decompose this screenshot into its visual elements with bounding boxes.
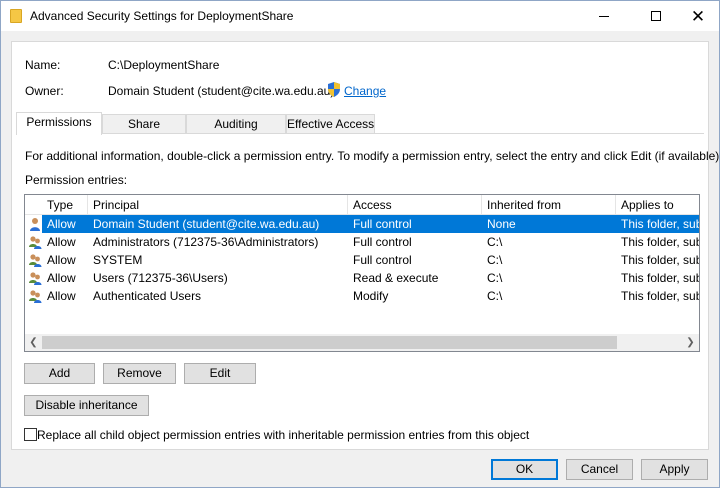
minimize-icon (599, 15, 609, 17)
cell-type: Allow (47, 289, 76, 303)
list-header: Type Principal Access Inherited from App… (25, 195, 699, 215)
cell-principal: Domain Student (student@cite.wa.edu.au) (93, 217, 320, 231)
title-bar[interactable]: Advanced Security Settings for Deploymen… (1, 1, 719, 31)
tab-effective-access[interactable]: Effective Access (286, 114, 375, 134)
name-label: Name: (25, 58, 61, 72)
group-icon (28, 253, 42, 267)
add-button-label: Add (48, 366, 71, 380)
group-icon (28, 289, 42, 303)
cancel-button[interactable]: Cancel (566, 459, 633, 480)
tab-auditing[interactable]: Auditing (186, 114, 286, 134)
cell-inherited-from: C:\ (487, 271, 503, 285)
close-button[interactable]: ✕ (675, 1, 720, 31)
folder-icon (10, 9, 22, 23)
cell-type: Allow (47, 217, 76, 231)
cell-type: Allow (47, 253, 76, 267)
cell-principal: Administrators (712375-36\Administrators… (93, 235, 319, 249)
permission-entries-label: Permission entries: (25, 173, 128, 187)
horizontal-scrollbar[interactable]: ❮ ❯ (25, 334, 699, 351)
ok-button[interactable]: OK (491, 459, 558, 480)
table-row[interactable]: Allow Users (712375-36\Users) Read & execu… (25, 269, 699, 287)
cell-principal: Users (712375-36\Users) (93, 271, 228, 285)
permission-entries-list[interactable]: Type Principal Access Inherited from App… (24, 194, 700, 352)
owner-label: Owner: (25, 84, 64, 98)
tab-share[interactable]: Share (102, 114, 186, 134)
column-header-type[interactable]: Type (42, 195, 88, 215)
disable-inheritance-label: Disable inheritance (35, 398, 138, 412)
cell-inherited-from: C:\ (487, 289, 503, 303)
tab-permissions[interactable]: Permissions (16, 112, 102, 135)
name-value: C:\DeploymentShare (108, 58, 220, 72)
owner-value: Domain Student (student@cite.wa.edu.au) (108, 84, 335, 98)
replace-child-permissions-label[interactable]: Replace all child object permission entr… (37, 428, 529, 442)
remove-button[interactable]: Remove (103, 363, 176, 384)
cell-type: Allow (47, 235, 76, 249)
cell-inherited-from: C:\ (487, 235, 503, 249)
column-header-applies-to[interactable]: Applies to (616, 195, 699, 215)
column-header-principal[interactable]: Principal (88, 195, 348, 215)
cell-access: Full control (353, 217, 412, 231)
scroll-left-icon[interactable]: ❮ (25, 334, 42, 351)
scrollbar-thumb[interactable] (42, 336, 617, 349)
cell-applies-to: This folder, subfolders and files (621, 235, 699, 249)
group-icon (28, 235, 42, 249)
column-header-inherited-from[interactable]: Inherited from (482, 195, 616, 215)
maximize-button[interactable] (633, 1, 679, 31)
window-title: Advanced Security Settings for Deploymen… (30, 9, 294, 23)
cell-access: Full control (353, 253, 412, 267)
cell-inherited-from: C:\ (487, 253, 503, 267)
close-icon: ✕ (690, 6, 706, 26)
cell-type: Allow (47, 271, 76, 285)
table-row[interactable]: Allow SYSTEM Full control C:\ This folder, s… (25, 251, 699, 269)
cell-access: Read & execute (353, 271, 439, 285)
cancel-button-label: Cancel (580, 462, 619, 476)
change-owner-link[interactable]: Change (344, 84, 386, 98)
replace-child-permissions-checkbox[interactable] (24, 428, 37, 441)
cell-access: Full control (353, 235, 412, 249)
dialog-content: Name: C:\DeploymentShare Owner: Domain S… (11, 41, 720, 450)
remove-button-label: Remove (117, 366, 162, 380)
cell-applies-to: This folder, subfolders and files (621, 271, 699, 285)
table-row[interactable]: Allow Authenticated Users Modify C:\ This fo… (25, 287, 699, 305)
tab-strip: Permissions Share Auditing Effective Acc… (16, 112, 704, 135)
cell-applies-to: This folder, subfolders and files (621, 217, 699, 231)
table-row[interactable]: Allow Domain Student (student@cite.wa.edu… (25, 215, 699, 233)
edit-button-label: Edit (209, 366, 231, 380)
apply-button-label: Apply (659, 462, 690, 476)
group-icon (28, 271, 42, 285)
disable-inheritance-button[interactable]: Disable inheritance (24, 395, 149, 416)
cell-applies-to: This folder, subfolders and files (621, 289, 699, 303)
info-text: For additional information, double-click… (25, 149, 720, 163)
ok-button-label: OK (515, 462, 534, 476)
edit-button[interactable]: Edit (184, 363, 256, 384)
cell-applies-to: This folder, subfolders and files (621, 253, 699, 267)
uac-shield-icon (328, 82, 340, 97)
cell-inherited-from: None (487, 217, 516, 231)
scroll-right-icon[interactable]: ❯ (682, 334, 699, 351)
maximize-icon (651, 11, 661, 21)
minimize-button[interactable] (581, 1, 627, 31)
add-button[interactable]: Add (24, 363, 95, 384)
advanced-security-window: Advanced Security Settings for Deploymen… (0, 0, 720, 488)
cell-principal: Authenticated Users (93, 289, 202, 303)
table-row[interactable]: Allow Administrators (712375-36\Administr… (25, 233, 699, 251)
apply-button[interactable]: Apply (641, 459, 708, 480)
cell-access: Modify (353, 289, 389, 303)
column-header-access[interactable]: Access (348, 195, 482, 215)
cell-principal: SYSTEM (93, 253, 143, 267)
user-icon (28, 217, 42, 231)
